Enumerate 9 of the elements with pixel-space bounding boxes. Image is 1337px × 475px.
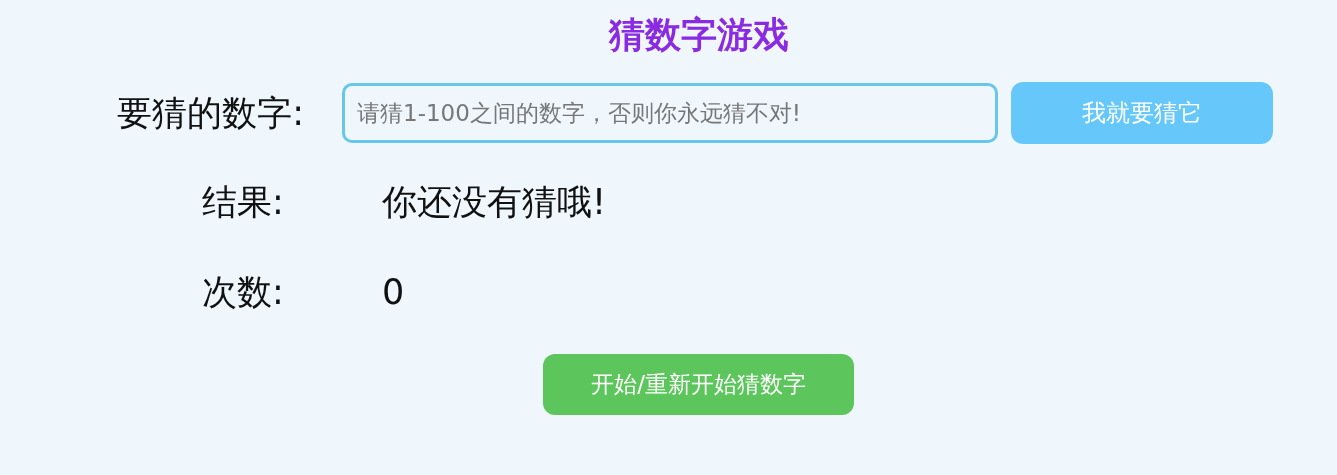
result-text: 你还没有猜哦!: [382, 180, 607, 224]
count-label: 次数:: [202, 270, 285, 314]
restart-button[interactable]: 开始/重新开始猜数字: [543, 354, 854, 415]
game-title: 猜数字游戏: [607, 13, 790, 57]
guess-button[interactable]: 我就要猜它: [1011, 82, 1273, 144]
guess-label: 要猜的数字:: [116, 91, 304, 135]
count-value: 0: [382, 272, 405, 312]
guess-input-field[interactable]: 请猜1-100之间的数字，否则你永远猜不对!: [342, 83, 998, 143]
result-label: 结果:: [202, 180, 285, 224]
